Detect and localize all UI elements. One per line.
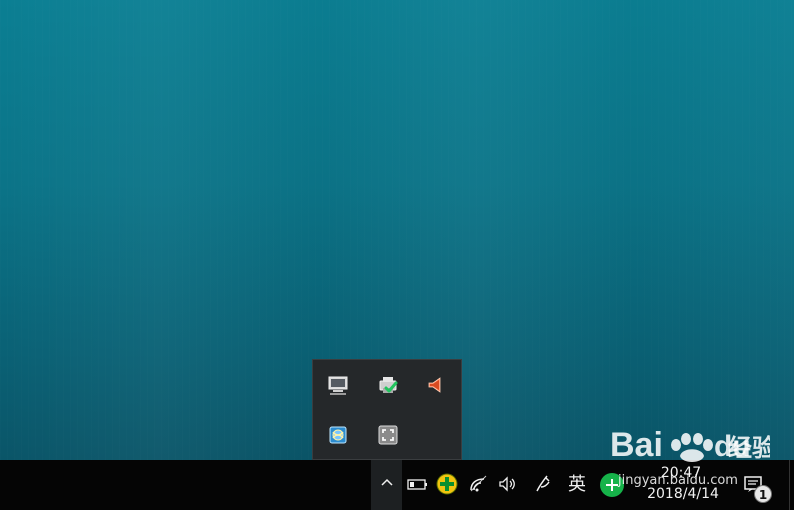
- screenshot-icon[interactable]: [374, 421, 402, 449]
- chevron-up-icon: [379, 475, 395, 495]
- printer-check-icon[interactable]: [374, 371, 402, 399]
- taskbar: 英 20:47 2018/4/14 1: [0, 460, 794, 510]
- hidden-icons-grid: [313, 360, 463, 460]
- show-desktop-button[interactable]: [789, 460, 794, 510]
- wifi-icon[interactable]: [466, 472, 490, 496]
- green-status-icon[interactable]: [598, 471, 626, 499]
- pen-icon[interactable]: [531, 472, 555, 496]
- hidden-icons-popup: [312, 359, 462, 460]
- volume-icon[interactable]: [495, 472, 519, 496]
- battery-icon[interactable]: [405, 472, 429, 496]
- clock-date[interactable]: 2018/4/14: [644, 485, 722, 503]
- monitor-icon[interactable]: [324, 371, 352, 399]
- show-hidden-icons-button[interactable]: [371, 460, 402, 510]
- notification-count-badge: 1: [754, 485, 772, 503]
- clock-time[interactable]: 20:47: [660, 464, 702, 482]
- security-plus-icon[interactable]: [435, 472, 459, 496]
- network-globe-icon[interactable]: [324, 421, 352, 449]
- speaker-icon[interactable]: [422, 371, 450, 399]
- input-method-label[interactable]: 英: [566, 473, 588, 497]
